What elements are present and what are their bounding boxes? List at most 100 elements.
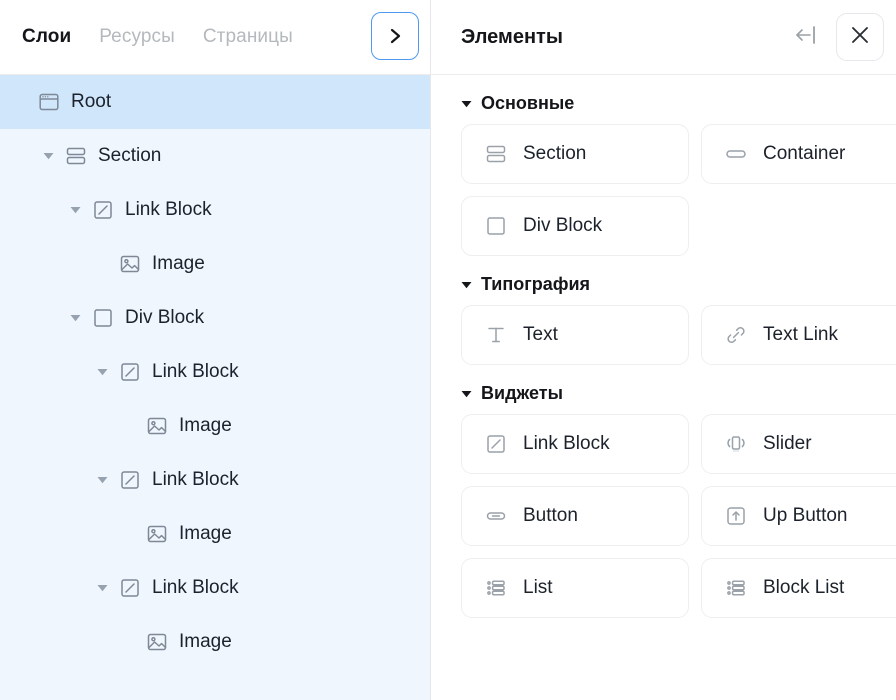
element-card[interactable]: Container xyxy=(701,124,896,184)
tree-row[interactable]: Image xyxy=(0,507,430,561)
element-card[interactable]: Slider xyxy=(701,414,896,474)
panel-tabbar: Слои Ресурсы Страницы xyxy=(0,0,430,75)
element-group-title: Виджеты xyxy=(481,383,563,403)
element-group: Виджеты Link Block Slider Button Up Button Li… xyxy=(431,365,896,618)
element-group: Основные Section Container Div Block xyxy=(431,75,896,256)
chevron-right-icon xyxy=(385,26,405,46)
tree-row[interactable]: Image xyxy=(0,615,430,669)
layers-panel: Слои Ресурсы Страницы Root Section Link Bl… xyxy=(0,0,431,700)
tree-twisty-expanded-icon[interactable] xyxy=(39,147,57,165)
div-block-icon xyxy=(92,307,114,329)
link-block-icon xyxy=(119,469,141,491)
element-card[interactable]: Section xyxy=(461,124,689,184)
collapse-to-right-icon xyxy=(793,24,819,51)
tree-row-label: Root xyxy=(71,91,112,112)
element-card-grid: Section Container Div Block xyxy=(431,124,896,256)
container-icon xyxy=(724,142,748,166)
div-block-icon xyxy=(484,214,508,238)
tree-row-label: Link Block xyxy=(152,469,239,490)
element-group-header[interactable]: Типография xyxy=(431,256,896,305)
chevron-down-icon xyxy=(461,281,472,289)
element-card-label: List xyxy=(523,577,553,598)
tab-layers[interactable]: Слои xyxy=(22,26,71,48)
element-card[interactable]: Text xyxy=(461,305,689,365)
block-list-icon xyxy=(724,576,748,600)
collapse-panel-button[interactable] xyxy=(790,21,822,53)
element-card[interactable]: Link Block xyxy=(461,414,689,474)
element-card-grid: Text Text Link xyxy=(431,305,896,365)
chevron-down-icon xyxy=(461,100,472,108)
element-card-label: Up Button xyxy=(763,505,848,526)
chevron-down-icon xyxy=(461,390,472,398)
app-root: Слои Ресурсы Страницы Root Section Link Bl… xyxy=(0,0,896,700)
element-card-label: Text Link xyxy=(763,324,838,345)
text-link-icon xyxy=(724,323,748,347)
tree-row[interactable]: Root xyxy=(0,75,430,129)
tree-row[interactable]: Section xyxy=(0,129,430,183)
element-group-header[interactable]: Основные xyxy=(431,75,896,124)
element-card[interactable]: Div Block xyxy=(461,196,689,256)
section-icon xyxy=(65,145,87,167)
element-card-label: Block List xyxy=(763,577,845,598)
tree-row-label: Link Block xyxy=(125,199,212,220)
element-group-header[interactable]: Виджеты xyxy=(431,365,896,414)
list-icon xyxy=(484,576,508,600)
tree-twisty-expanded-icon[interactable] xyxy=(93,363,111,381)
element-card-label: Link Block xyxy=(523,433,610,454)
element-group-title: Типография xyxy=(481,274,591,294)
element-card-grid: Link Block Slider Button Up Button List Block… xyxy=(431,414,896,618)
element-card-label: Container xyxy=(763,143,846,164)
link-block-icon xyxy=(484,432,508,456)
page-title: Элементы xyxy=(461,25,563,48)
element-card[interactable]: Text Link xyxy=(701,305,896,365)
tab-resources[interactable]: Ресурсы xyxy=(99,26,175,48)
tree-row-label: Image xyxy=(152,253,205,274)
tab-pages[interactable]: Страницы xyxy=(203,26,293,48)
tree-row[interactable]: Link Block xyxy=(0,345,430,399)
tree-row-label: Div Block xyxy=(125,307,205,328)
tree-row[interactable]: Image xyxy=(0,399,430,453)
layers-tree[interactable]: Root Section Link Block Image Div Block Link … xyxy=(0,75,430,700)
element-card[interactable]: Block List xyxy=(701,558,896,618)
element-card[interactable]: Up Button xyxy=(701,486,896,546)
tree-row[interactable]: Image xyxy=(0,237,430,291)
text-icon xyxy=(484,323,508,347)
tree-row-label: Link Block xyxy=(152,577,239,598)
tree-row-label: Section xyxy=(98,145,162,166)
close-icon xyxy=(849,24,871,51)
section-icon xyxy=(484,142,508,166)
element-card-label: Div Block xyxy=(523,215,603,236)
slider-icon xyxy=(724,432,748,456)
tree-row[interactable]: Div Block xyxy=(0,291,430,345)
link-block-icon xyxy=(119,361,141,383)
link-block-icon xyxy=(92,199,114,221)
element-card-label: Slider xyxy=(763,433,812,454)
tabs-next-button[interactable] xyxy=(371,12,419,60)
button-icon xyxy=(484,504,508,528)
up-button-icon xyxy=(724,504,748,528)
close-panel-button[interactable] xyxy=(836,13,884,61)
tree-twisty-expanded-icon[interactable] xyxy=(93,471,111,489)
tree-twisty-expanded-icon[interactable] xyxy=(66,309,84,327)
tree-row[interactable]: Link Block xyxy=(0,183,430,237)
panel-header-actions xyxy=(790,13,884,61)
browser-window-icon xyxy=(38,91,60,113)
elements-panel: Элементы Основные Section Container Div … xyxy=(431,0,896,700)
tree-row-label: Image xyxy=(179,523,232,544)
image-icon xyxy=(146,523,168,545)
tree-row[interactable]: Link Block xyxy=(0,453,430,507)
element-card-label: Section xyxy=(523,143,587,164)
element-card[interactable]: List xyxy=(461,558,689,618)
tree-row-label: Image xyxy=(179,415,232,436)
element-card-label: Text xyxy=(523,324,558,345)
tree-row[interactable]: Link Block xyxy=(0,561,430,615)
element-group: Типография Text Text Link xyxy=(431,256,896,365)
element-card-label: Button xyxy=(523,505,578,526)
element-card[interactable]: Button xyxy=(461,486,689,546)
tree-twisty-expanded-icon[interactable] xyxy=(93,579,111,597)
tree-row-label: Link Block xyxy=(152,361,239,382)
tree-twisty-expanded-icon[interactable] xyxy=(66,201,84,219)
elements-panel-header: Элементы xyxy=(431,0,896,75)
element-group-title: Основные xyxy=(481,93,575,113)
elements-groups: Основные Section Container Div Block Типогра… xyxy=(431,75,896,700)
